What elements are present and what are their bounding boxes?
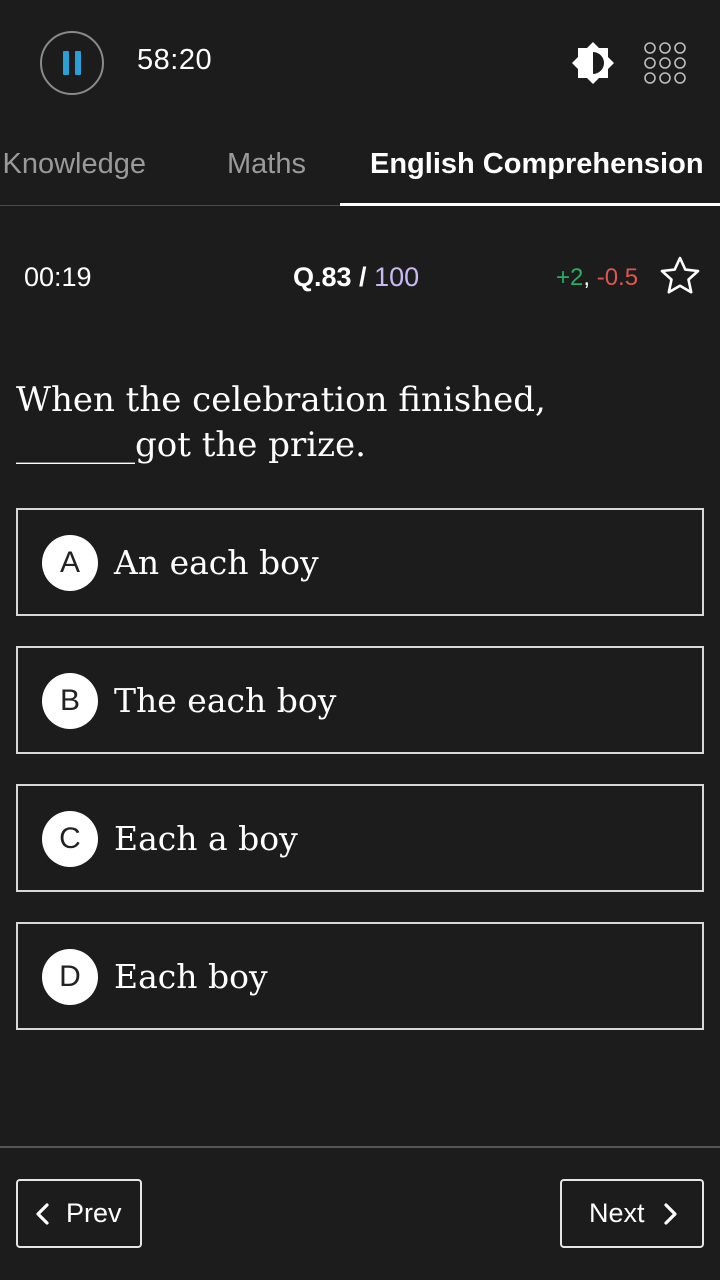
- option-text: The each boy: [114, 681, 337, 720]
- negative-marks: -0.5: [596, 264, 639, 291]
- option-c[interactable]: C Each a boy: [16, 784, 704, 892]
- grid-dots-icon: [644, 42, 686, 84]
- option-a[interactable]: A An each boy: [16, 508, 704, 616]
- question-palette-button[interactable]: [642, 40, 688, 86]
- brightness-toggle-button[interactable]: [570, 40, 616, 86]
- option-text: Each boy: [114, 957, 268, 996]
- option-letter: D: [42, 949, 98, 1005]
- prev-label: Prev: [66, 1198, 122, 1228]
- brightness-icon: [572, 42, 614, 84]
- active-tab-indicator: [340, 203, 720, 206]
- option-letter: B: [42, 673, 98, 729]
- test-screen: 58:20 l Knowledge Maths English Comprehe…: [0, 0, 720, 1280]
- test-timer: 58:20: [137, 44, 213, 76]
- question-info-row: 00:19 Q.83 / 100 +2, -0.5: [0, 250, 720, 306]
- question-number: Q.83 / 100: [293, 262, 419, 293]
- question-total: 100: [374, 262, 420, 292]
- option-b[interactable]: B The each boy: [16, 646, 704, 754]
- marking-scheme: +2, -0.5: [556, 264, 638, 292]
- option-text: An each boy: [114, 543, 319, 582]
- option-d[interactable]: D Each boy: [16, 922, 704, 1030]
- pause-icon-bar: [75, 51, 81, 75]
- option-letter: A: [42, 535, 98, 591]
- question-current: Q.83 /: [293, 262, 367, 292]
- question-timer: 00:19: [24, 262, 92, 292]
- option-letter: C: [42, 811, 98, 867]
- chevron-left-icon: [36, 1202, 49, 1225]
- marks-separator: ,: [583, 264, 591, 291]
- next-button[interactable]: Next: [560, 1179, 704, 1248]
- tab-general-knowledge[interactable]: l Knowledge: [0, 148, 146, 181]
- pause-button[interactable]: [40, 31, 104, 95]
- bookmark-button[interactable]: [659, 255, 701, 297]
- positive-marks: +2: [556, 264, 584, 291]
- tab-maths[interactable]: Maths: [227, 148, 306, 181]
- star-icon: [660, 256, 700, 294]
- top-bar: 58:20: [0, 0, 720, 128]
- footer-divider: [0, 1146, 720, 1148]
- tab-english-comprehension[interactable]: English Comprehension: [370, 148, 704, 181]
- option-text: Each a boy: [114, 819, 298, 858]
- pause-icon: [63, 51, 69, 75]
- chevron-right-icon: [663, 1202, 677, 1225]
- question-text: When the celebration finished, _______go…: [16, 380, 546, 465]
- prev-button[interactable]: Prev: [16, 1179, 142, 1248]
- next-label: Next: [589, 1198, 645, 1228]
- section-tabs: l Knowledge Maths English Comprehension: [0, 128, 720, 206]
